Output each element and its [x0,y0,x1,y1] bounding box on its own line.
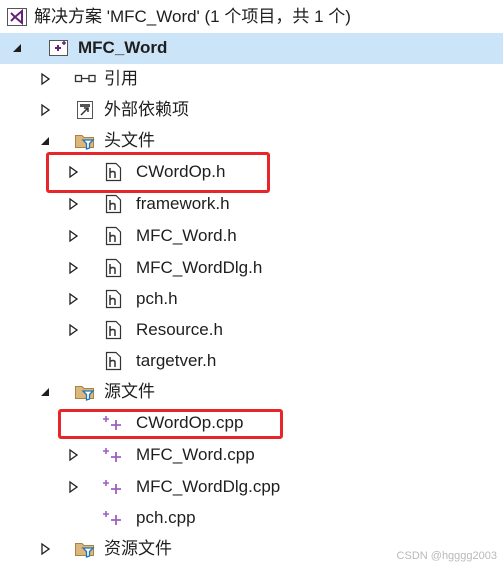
source-files-folder-label: 源文件 [104,382,155,401]
expand-arrow-icon[interactable] [38,542,52,556]
references-icon [74,74,96,83]
external-dependencies-icon [77,101,93,119]
source-file-label: MFC_Word.cpp [136,445,255,464]
expand-arrow-icon[interactable] [66,229,80,243]
project-row[interactable]: MFC_Word [0,33,503,64]
header-file-label: framework.h [136,194,230,213]
source-file-label: CWordOp.cpp [136,413,244,432]
expand-arrow-icon[interactable] [66,323,80,337]
expand-arrow-icon[interactable] [66,292,80,306]
solution-row[interactable]: 解决方案 'MFC_Word' (1 个项目，共 1 个) [0,2,503,33]
header-file-icon [105,194,122,214]
header-file-row[interactable]: CWordOp.h [0,157,503,188]
header-file-icon [105,258,122,278]
visual-studio-solution-icon [7,8,27,26]
header-file-label: MFC_Word.h [136,226,237,245]
source-file-row[interactable]: MFC_WordDlg.cpp [0,472,503,503]
header-file-icon [105,226,122,246]
filter-folder-icon [75,135,95,150]
filter-folder-icon [75,543,95,558]
source-files-folder-row[interactable]: 源文件 [0,377,503,408]
header-file-label: Resource.h [136,320,223,339]
solution-label: 解决方案 'MFC_Word' (1 个项目，共 1 个) [34,7,351,26]
header-file-row[interactable]: framework.h [0,189,503,220]
references-label: 引用 [104,69,138,88]
external-dependencies-label: 外部依赖项 [104,100,189,119]
cpp-file-icon [103,416,121,430]
watermark: CSDN @hgggg2003 [396,550,497,562]
header-file-label: targetver.h [136,351,217,370]
expand-arrow-icon[interactable] [66,165,80,179]
cpp-file-icon [103,511,121,525]
source-file-row[interactable]: CWordOp.cpp [0,408,503,439]
expand-arrow-icon[interactable] [38,72,52,86]
cpp-file-icon [103,480,121,494]
project-label: MFC_Word [78,38,168,57]
resource-files-folder-label: 资源文件 [104,539,172,558]
source-file-row[interactable]: pch.cpp [0,503,503,534]
source-file-label: MFC_WordDlg.cpp [136,477,281,496]
filter-folder-icon [75,386,95,401]
header-file-row[interactable]: MFC_WordDlg.h [0,253,503,284]
cpp-project-icon [49,40,68,56]
collapse-arrow-icon[interactable] [38,385,52,399]
header-file-row[interactable]: Resource.h [0,315,503,346]
collapse-arrow-icon[interactable] [10,41,24,55]
expand-arrow-icon[interactable] [38,103,52,117]
header-file-label: CWordOp.h [136,162,226,181]
external-dependencies-row[interactable]: 外部依赖项 [0,95,503,126]
header-file-icon [105,289,122,309]
header-file-label: pch.h [136,289,178,308]
references-row[interactable]: 引用 [0,64,503,95]
header-file-icon [105,320,122,340]
cpp-file-icon [103,448,121,462]
header-file-icon [105,351,122,371]
expand-arrow-icon[interactable] [66,448,80,462]
header-file-row[interactable]: MFC_Word.h [0,221,503,252]
source-file-label: pch.cpp [136,508,196,527]
expand-arrow-icon[interactable] [66,261,80,275]
header-file-row[interactable]: pch.h [0,284,503,315]
header-file-row[interactable]: targetver.h [0,346,503,377]
header-file-label: MFC_WordDlg.h [136,258,263,277]
source-file-row[interactable]: MFC_Word.cpp [0,440,503,471]
header-files-folder-label: 头文件 [104,131,155,150]
collapse-arrow-icon[interactable] [38,134,52,148]
header-file-icon [105,162,122,182]
header-files-folder-row[interactable]: 头文件 [0,126,503,157]
expand-arrow-icon[interactable] [66,480,80,494]
expand-arrow-icon[interactable] [66,197,80,211]
